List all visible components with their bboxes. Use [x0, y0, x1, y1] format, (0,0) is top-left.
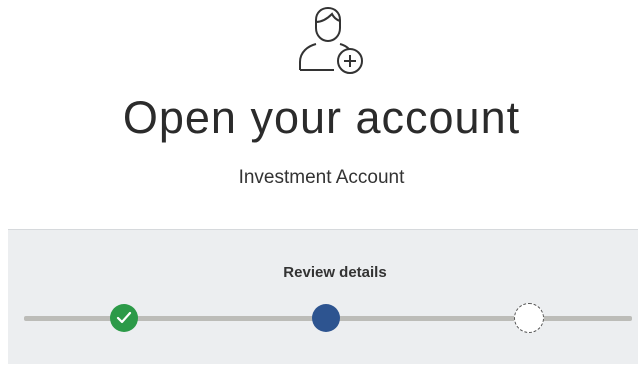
checkmark-icon — [116, 311, 132, 324]
account-opening-page: Open your account Investment Account Rev… — [0, 0, 643, 365]
step-current[interactable] — [312, 304, 340, 332]
step-upcoming — [514, 303, 544, 333]
progress-stepper: Review details — [8, 229, 638, 364]
current-step-label: Review details — [283, 264, 387, 281]
step-completed[interactable] — [110, 304, 138, 332]
account-type-subtitle: Investment Account — [238, 167, 405, 188]
page-title: Open your account — [122, 92, 521, 143]
add-user-icon — [299, 6, 363, 74]
